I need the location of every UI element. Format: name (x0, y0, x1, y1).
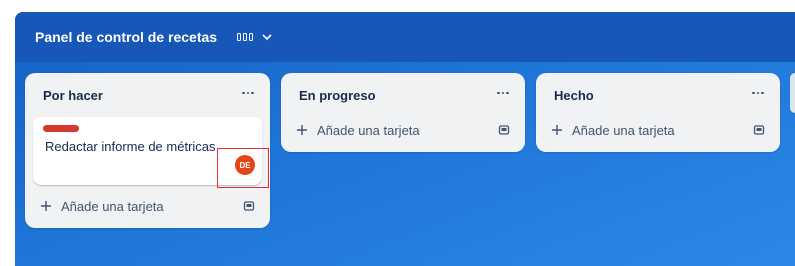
list-title[interactable]: Hecho (554, 88, 594, 103)
list-menu-button[interactable] (748, 83, 768, 103)
card-template-icon[interactable] (497, 123, 511, 137)
list-title[interactable]: En progreso (299, 88, 376, 103)
plus-icon (41, 201, 51, 211)
add-card-label: Añade una tarjeta (317, 122, 420, 138)
list-title[interactable]: Por hacer (43, 88, 103, 103)
more-icon (497, 91, 509, 95)
add-card-label: Añade una tarjeta (572, 122, 675, 138)
card-template-icon[interactable] (752, 123, 766, 137)
next-list-edge (790, 73, 795, 113)
list-menu-button[interactable] (493, 83, 513, 103)
card-label[interactable] (43, 125, 79, 132)
add-card-button[interactable]: Añade una tarjeta (550, 118, 766, 142)
list-hecho: Hecho Añade una tarjeta (536, 73, 780, 152)
more-icon (752, 91, 764, 95)
card-template-icon[interactable] (242, 199, 256, 213)
list-por-hacer: Por hacer Redactar informe de métricas D… (25, 73, 270, 228)
add-card-label: Añade una tarjeta (61, 198, 164, 214)
list-en-progreso: En progreso Añade una tarjeta (281, 73, 525, 152)
plus-icon (552, 125, 562, 135)
more-icon (242, 91, 254, 95)
board-title[interactable]: Panel de control de recetas (35, 29, 217, 45)
board-view-icon (237, 33, 254, 41)
avatar[interactable]: DE (235, 155, 255, 175)
card[interactable]: Redactar informe de métricas DE (33, 117, 262, 185)
add-card-button[interactable]: Añade una tarjeta (295, 118, 511, 142)
card-title: Redactar informe de métricas (45, 139, 216, 154)
plus-icon (297, 125, 307, 135)
board-header: Panel de control de recetas (15, 12, 795, 62)
list-menu-button[interactable] (238, 83, 258, 103)
view-switcher-button[interactable] (237, 31, 273, 43)
chevron-down-icon (262, 34, 272, 41)
add-card-button[interactable]: Añade una tarjeta (39, 194, 256, 218)
